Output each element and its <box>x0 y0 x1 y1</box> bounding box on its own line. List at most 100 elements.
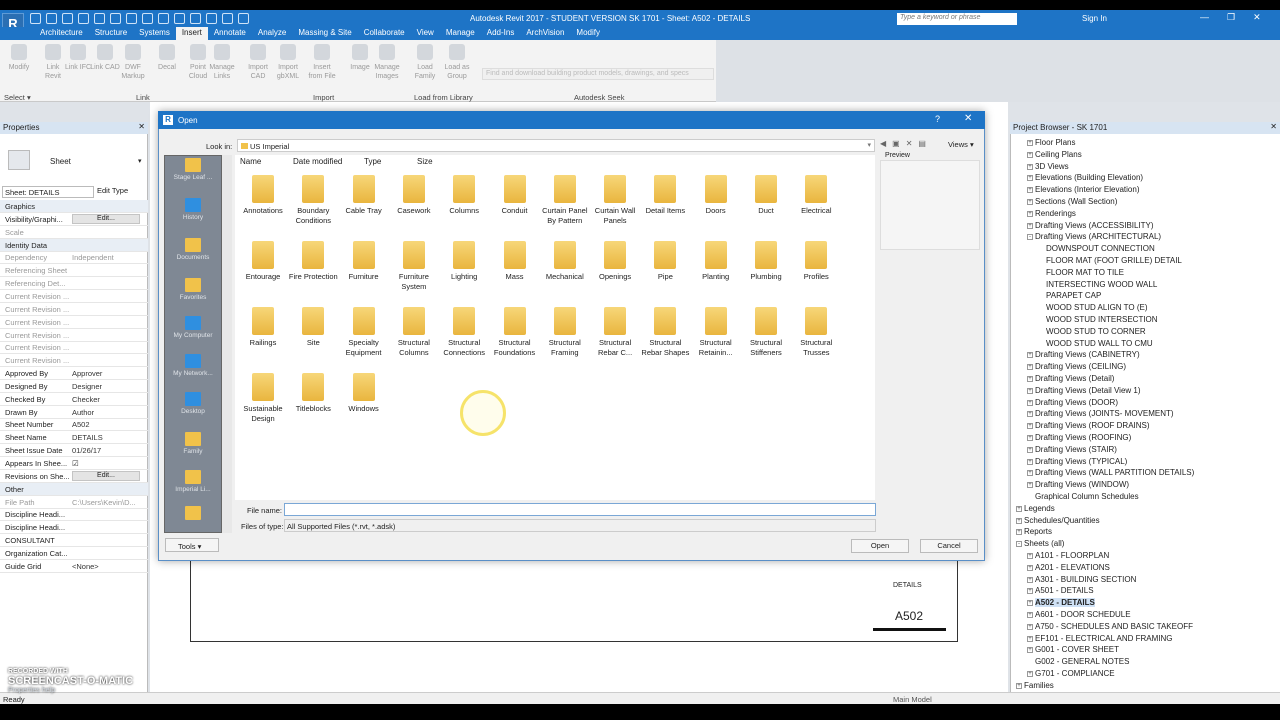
folder-item[interactable]: Fire Protection <box>287 241 339 282</box>
tree-expander-icon[interactable]: + <box>1027 576 1033 583</box>
browser-item[interactable]: Sections (Wall Section) <box>1035 197 1117 206</box>
tree-expander-icon[interactable]: + <box>1027 564 1033 571</box>
folder-item[interactable]: Sustainable Design <box>237 373 289 424</box>
open-button[interactable]: Open <box>851 539 909 553</box>
tree-expander-icon[interactable]: + <box>1027 387 1033 394</box>
ribbon-button-link-cad[interactable]: Link CAD <box>90 44 120 72</box>
browser-item[interactable]: WOOD STUD ALIGN TO (E) <box>1046 303 1148 312</box>
tree-expander-icon[interactable]: + <box>1027 635 1033 642</box>
place-family[interactable]: Family <box>164 432 222 455</box>
browser-item[interactable]: Drafting Views (ARCHITECTURAL) <box>1035 232 1161 241</box>
tab-archvision[interactable]: ArchVision <box>520 27 570 40</box>
tab-manage[interactable]: Manage <box>440 27 481 40</box>
property-row[interactable]: Referencing Det... <box>0 277 148 291</box>
tree-expander-icon[interactable]: + <box>1027 623 1033 630</box>
tree-expander-icon[interactable]: + <box>1016 529 1022 536</box>
text-icon[interactable] <box>158 13 169 24</box>
close-icon[interactable]: ✕ <box>1253 12 1261 23</box>
seek-search-input[interactable]: Find and download building product model… <box>482 68 714 80</box>
folder-item[interactable]: Windows <box>338 373 390 414</box>
property-row[interactable]: Current Revision ... <box>0 354 148 368</box>
sync-icon[interactable] <box>62 13 73 24</box>
tree-expander-icon[interactable]: + <box>1016 505 1022 512</box>
tree-expander-icon[interactable]: + <box>1027 187 1033 194</box>
property-row[interactable]: Revisions on She... Edit... <box>0 470 148 483</box>
folder-item[interactable]: Titleblocks <box>287 373 339 414</box>
tag-icon[interactable] <box>142 13 153 24</box>
tree-expander-icon[interactable]: + <box>1027 411 1033 418</box>
tree-expander-icon[interactable]: + <box>1027 376 1033 382</box>
property-row[interactable]: Other <box>0 482 148 496</box>
property-row[interactable]: Sheet Name DETAILS <box>0 431 148 445</box>
up-folder-icon[interactable]: ▣ <box>892 139 900 148</box>
browser-item[interactable]: Elevations (Building Elevation) <box>1035 173 1143 182</box>
new-folder-icon[interactable]: ▤ <box>918 139 926 148</box>
browser-item[interactable]: Elevations (Interior Elevation) <box>1035 185 1140 194</box>
folder-item[interactable]: Mass <box>489 241 541 282</box>
property-row[interactable]: Current Revision ... <box>0 290 148 303</box>
browser-item[interactable]: A750 - SCHEDULES AND BASIC TAKEOFF <box>1035 622 1193 631</box>
edit-type-button[interactable]: Edit Type <box>97 186 128 195</box>
folder-item[interactable]: Structural Retainin... <box>690 307 742 358</box>
browser-item[interactable]: FLOOR MAT TO TILE <box>1046 268 1124 277</box>
tab-architecture[interactable]: Architecture <box>34 27 89 40</box>
tree-expander-icon[interactable]: + <box>1027 553 1033 559</box>
tab-view[interactable]: View <box>411 27 440 40</box>
browser-item[interactable]: G002 - GENERAL NOTES <box>1035 657 1129 666</box>
browser-item[interactable]: INTERSECTING WOOD WALL <box>1046 280 1157 289</box>
folder-item[interactable]: Furniture System <box>388 241 440 292</box>
folder-item[interactable]: Structural Foundations <box>489 307 541 358</box>
browser-item[interactable]: A201 - ELEVATIONS <box>1035 563 1110 572</box>
property-edit-button[interactable]: Edit... <box>72 470 140 481</box>
folder-item[interactable]: Duct <box>740 175 792 216</box>
property-row[interactable]: Organization Cat... <box>0 547 148 560</box>
place-favorites[interactable]: Favorites <box>164 278 222 301</box>
tools-button[interactable]: Tools ▾ <box>165 538 219 552</box>
ribbon-button-import-gbxml[interactable]: Import gbXML <box>273 44 303 81</box>
property-row[interactable]: Visibility/Graphi... Edit... <box>0 213 148 226</box>
folder-item[interactable]: Structural Columns <box>388 307 440 358</box>
tab-structure[interactable]: Structure <box>89 27 133 40</box>
tree-expander-icon[interactable]: + <box>1027 647 1033 654</box>
browser-item[interactable]: Drafting Views (CABINETRY) <box>1035 350 1140 359</box>
views-menu[interactable]: Views ▾ <box>948 140 974 149</box>
browser-item[interactable]: A502 - DETAILS <box>1035 598 1095 608</box>
ribbon-button-modify[interactable]: Modify <box>4 44 34 72</box>
browser-item[interactable]: G701 - COMPLIANCE <box>1035 669 1115 678</box>
tab-massing-site[interactable]: Massing & Site <box>292 27 357 40</box>
minimize-icon[interactable]: — <box>1200 12 1209 23</box>
property-row[interactable]: Approved By Approver <box>0 367 148 381</box>
tree-expander-icon[interactable]: + <box>1027 210 1033 217</box>
close-hidden-icon[interactable] <box>222 13 233 24</box>
tree-expander-icon[interactable]: + <box>1027 482 1033 489</box>
browser-item[interactable]: Schedules/Quantities <box>1024 516 1100 525</box>
folder-item[interactable]: Entourage <box>237 241 289 282</box>
tree-expander-icon[interactable]: + <box>1027 175 1033 182</box>
tree-expander-icon[interactable]: + <box>1027 600 1033 607</box>
browser-item[interactable]: WOOD STUD INTERSECTION <box>1046 315 1158 324</box>
folder-item[interactable]: Site <box>287 307 339 348</box>
folder-item[interactable]: Detail Items <box>639 175 691 216</box>
measure-icon[interactable] <box>110 13 121 24</box>
tree-expander-icon[interactable]: + <box>1027 470 1033 477</box>
tree-expander-icon[interactable]: + <box>1027 352 1033 359</box>
folder-item[interactable]: Pipe <box>639 241 691 282</box>
browser-item[interactable]: Drafting Views (ACCESSIBILITY) <box>1035 221 1154 230</box>
browser-item[interactable]: WOOD STUD WALL TO CMU <box>1046 339 1153 348</box>
browser-item[interactable]: Sheets (all) <box>1024 539 1064 548</box>
folder-item[interactable]: Structural Stiffeners <box>740 307 792 358</box>
tree-expander-icon[interactable]: + <box>1027 199 1033 205</box>
ribbon-button-dwf-markup[interactable]: DWF Markup <box>118 44 148 81</box>
tree-expander-icon[interactable]: + <box>1027 671 1033 677</box>
column-type[interactable]: Type <box>364 157 381 166</box>
browser-item[interactable]: A101 - FLOORPLAN <box>1035 551 1109 560</box>
places-scrollbar[interactable] <box>222 155 232 533</box>
folder-item[interactable]: Profiles <box>790 241 842 282</box>
folder-item[interactable]: Curtain Panel By Pattern <box>539 175 591 226</box>
folder-item[interactable]: Specialty Equipment <box>338 307 390 358</box>
column-date-modified[interactable]: Date modified <box>293 157 342 166</box>
browser-item[interactable]: Drafting Views (ROOF DRAINS) <box>1035 421 1150 430</box>
dimension-icon[interactable] <box>126 13 137 24</box>
browser-item[interactable]: G001 - COVER SHEET <box>1035 645 1119 654</box>
property-row[interactable]: Designed By Designer <box>0 380 148 393</box>
